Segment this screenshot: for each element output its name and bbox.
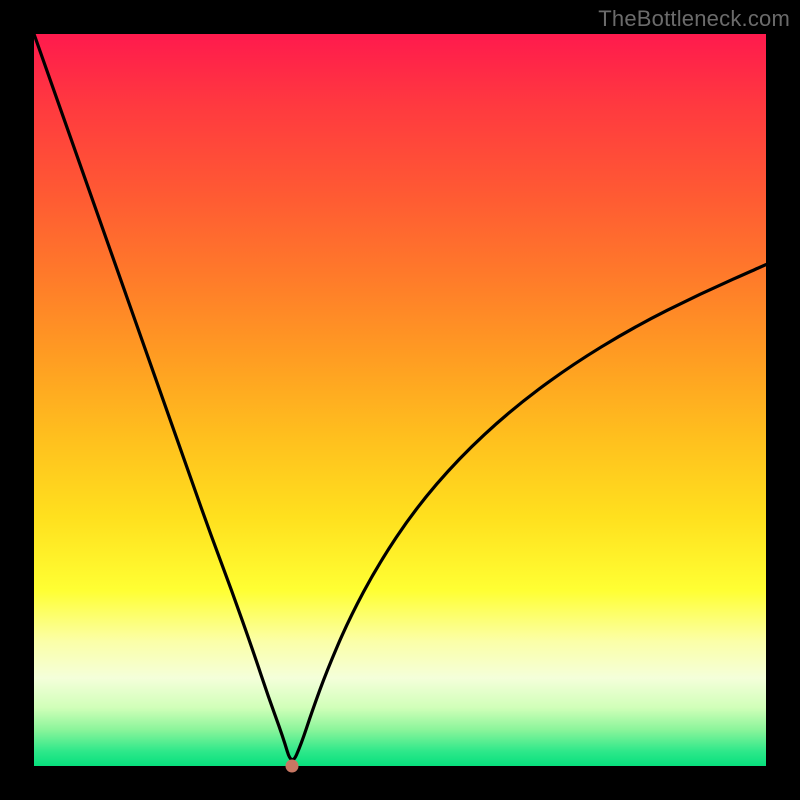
plot-area bbox=[34, 34, 766, 766]
chart-frame: TheBottleneck.com bbox=[0, 0, 800, 800]
bottleneck-curve bbox=[34, 34, 766, 766]
watermark-text: TheBottleneck.com bbox=[598, 6, 790, 32]
min-point-marker bbox=[285, 760, 298, 773]
